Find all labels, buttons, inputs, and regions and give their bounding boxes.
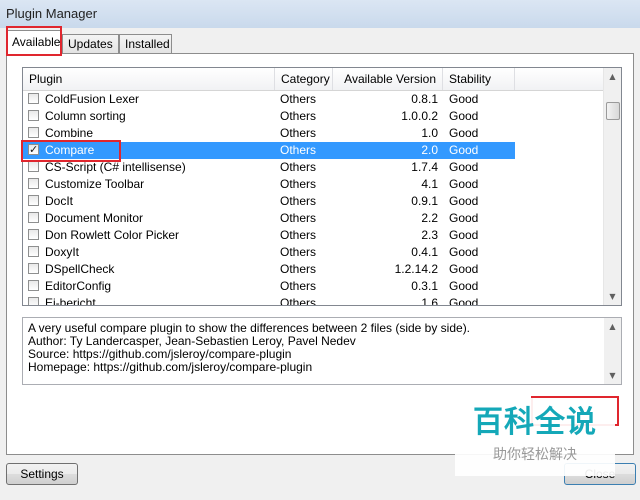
plugin-name: DSpellCheck — [45, 262, 115, 276]
plugin-version: 1.7.4 — [411, 160, 438, 174]
checkbox-icon[interactable] — [28, 93, 39, 104]
plugin-version: 2.2 — [421, 211, 438, 225]
checkbox-icon[interactable] — [28, 110, 39, 121]
plugin-name: ColdFusion Lexer — [45, 92, 140, 106]
tab-installed[interactable]: Installed — [119, 34, 172, 53]
plugin-list[interactable]: Plugin Category Available Version Stabil… — [22, 67, 622, 306]
checkbox-icon[interactable] — [28, 229, 39, 240]
plugin-stability: Good — [449, 296, 479, 306]
plugin-name: Customize Toolbar — [45, 177, 145, 191]
column-header-plugin[interactable]: Plugin — [23, 68, 275, 90]
table-row[interactable]: Don Rowlett Color Picker Others 2.3 Good — [23, 227, 515, 244]
plugin-stability: Good — [449, 279, 479, 293]
tab-strip: Available Updates Installed — [6, 30, 636, 54]
checkbox-icon[interactable] — [28, 212, 39, 223]
window-title: Plugin Manager — [6, 6, 98, 21]
plugin-category: Others — [280, 177, 317, 191]
watermark: 百科全说 助你轻松解决 — [455, 398, 615, 476]
plugin-category: Others — [280, 109, 317, 123]
plugin-manager-window: Plugin Manager Available Updates Install… — [0, 0, 640, 500]
checkbox-icon[interactable] — [28, 161, 39, 172]
plugin-name: Don Rowlett Color Picker — [45, 228, 180, 242]
description-scrollbar[interactable]: ▲ ▼ — [604, 318, 621, 384]
plugin-version: 0.9.1 — [411, 194, 438, 208]
checkbox-icon[interactable] — [28, 127, 39, 138]
table-row[interactable]: EditorConfig Others 0.3.1 Good — [23, 278, 515, 295]
plugin-version: 1.2.14.2 — [394, 262, 438, 276]
plugin-version: 0.8.1 — [411, 92, 438, 106]
column-header-category[interactable]: Category — [275, 68, 333, 90]
checkbox-icon[interactable] — [28, 246, 39, 257]
checkbox-icon[interactable] — [28, 297, 39, 305]
table-row[interactable]: Document Monitor Others 2.2 Good — [23, 210, 515, 227]
plugin-category: Others — [280, 245, 317, 259]
plugin-category: Others — [280, 126, 317, 140]
plugin-name: Ei-bericht — [45, 296, 96, 306]
scroll-up-icon[interactable]: ▲ — [604, 318, 621, 335]
tab-updates[interactable]: Updates — [62, 34, 119, 53]
plugin-version: 0.4.1 — [411, 245, 438, 259]
list-header: Plugin Category Available Version Stabil… — [23, 68, 604, 91]
plugin-description[interactable]: A very useful compare plugin to show the… — [22, 317, 622, 385]
tab-highlight-box — [6, 26, 62, 56]
watermark-title: 百科全说 — [473, 405, 597, 440]
plugin-stability: Good — [449, 245, 479, 259]
plugin-stability: Good — [449, 143, 479, 157]
table-row[interactable]: DSpellCheck Others 1.2.14.2 Good — [23, 261, 515, 278]
plugin-name: DocIt — [45, 194, 74, 208]
scroll-down-icon[interactable]: ▼ — [604, 367, 621, 384]
checkbox-icon[interactable] — [28, 178, 39, 189]
plugin-stability: Good — [449, 109, 479, 123]
plugin-version: 2.3 — [421, 228, 438, 242]
plugin-name: DoxyIt — [45, 245, 80, 259]
table-row[interactable]: ColdFusion Lexer Others 0.8.1 Good — [23, 91, 515, 108]
plugin-stability: Good — [449, 228, 479, 242]
plugin-name: Document Monitor — [45, 211, 144, 225]
plugin-category: Others — [280, 160, 317, 174]
plugin-stability: Good — [449, 92, 479, 106]
plugin-name: Column sorting — [45, 109, 126, 123]
plugin-stability: Good — [449, 160, 479, 174]
table-row[interactable]: Customize Toolbar Others 4.1 Good — [23, 176, 515, 193]
plugin-name: EditorConfig — [45, 279, 112, 293]
column-header-version[interactable]: Available Version — [333, 68, 443, 90]
plugin-version: 4.1 — [421, 177, 438, 191]
scroll-up-icon[interactable]: ▲ — [604, 68, 621, 85]
column-header-stability[interactable]: Stability — [443, 68, 515, 90]
table-row[interactable]: DocIt Others 0.9.1 Good — [23, 193, 515, 210]
plugin-stability: Good — [449, 262, 479, 276]
plugin-category: Others — [280, 296, 317, 306]
watermark-subtitle: 助你轻松解决 — [493, 447, 577, 463]
scroll-thumb[interactable] — [606, 102, 620, 120]
table-row[interactable]: DoxyIt Others 0.4.1 Good — [23, 244, 515, 261]
scroll-down-icon[interactable]: ▼ — [604, 288, 621, 305]
plugin-category: Others — [280, 92, 317, 106]
table-row[interactable]: Column sorting Others 1.0.0.2 Good — [23, 108, 515, 125]
selection-highlight-box — [21, 140, 121, 162]
list-scrollbar[interactable]: ▲ ▼ — [603, 68, 621, 305]
description-line: Homepage: https://github.com/jsleroy/com… — [28, 360, 313, 374]
plugin-stability: Good — [449, 211, 479, 225]
table-row[interactable]: Ei-bericht Others 1.6 Good — [23, 295, 515, 306]
plugin-stability: Good — [449, 194, 479, 208]
settings-button[interactable]: Settings — [6, 463, 78, 485]
plugin-version: 1.0 — [421, 126, 438, 140]
plugin-version: 1.0.0.2 — [401, 109, 438, 123]
plugin-category: Others — [280, 279, 317, 293]
plugin-version: 1.6 — [421, 296, 438, 306]
plugin-category: Others — [280, 143, 317, 157]
plugin-version: 2.0 — [421, 143, 438, 157]
plugin-category: Others — [280, 228, 317, 242]
checkbox-icon[interactable] — [28, 263, 39, 274]
plugin-stability: Good — [449, 177, 479, 191]
checkbox-icon[interactable] — [28, 280, 39, 291]
checkbox-icon[interactable] — [28, 195, 39, 206]
plugin-category: Others — [280, 194, 317, 208]
plugin-stability: Good — [449, 126, 479, 140]
plugin-category: Others — [280, 211, 317, 225]
plugin-category: Others — [280, 262, 317, 276]
plugin-version: 0.3.1 — [411, 279, 438, 293]
